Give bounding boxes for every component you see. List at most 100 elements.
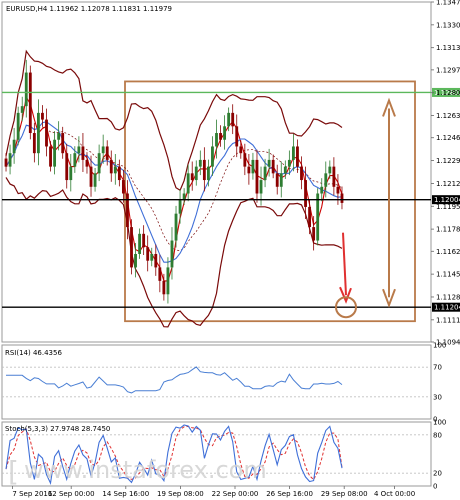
stoch-tick-label: 0	[433, 483, 437, 491]
candle-body	[316, 193, 320, 241]
candle-body	[113, 166, 117, 174]
candle-body	[332, 166, 336, 187]
date-tick-label: 7 Sep 2016	[12, 490, 52, 498]
candle-body	[235, 126, 239, 147]
rsi-panel-frame	[1, 344, 432, 420]
watermark-bracket: [	[8, 455, 19, 488]
watermark: www.instaforex.com	[24, 456, 267, 484]
candle-body	[231, 112, 235, 127]
price-tick-label: 1.11785	[436, 226, 460, 234]
candle-body	[69, 166, 73, 181]
candle-body	[8, 153, 12, 167]
date-tick-label: 26 Sep 16:00	[266, 490, 313, 498]
candle-body	[320, 186, 324, 194]
candle-body	[296, 146, 299, 167]
price-tick-label: 1.12970	[436, 66, 460, 74]
candle-body	[202, 159, 206, 181]
price-tick-label: 1.13475	[436, 0, 460, 7]
stoch-tick-label: 80	[433, 431, 442, 439]
candle-body	[328, 166, 332, 174]
candle-body	[324, 173, 328, 187]
stoch-tick-label: 20	[433, 470, 442, 478]
candle-body	[312, 227, 316, 241]
candle-body	[32, 133, 36, 154]
candle-body	[45, 119, 48, 147]
candle-body	[239, 146, 243, 154]
candle-body	[16, 112, 20, 140]
candle-body	[304, 180, 307, 207]
candle-body	[186, 173, 190, 194]
price-tick-label: 1.11955	[436, 203, 460, 211]
candle-body	[126, 193, 129, 228]
candle-body	[53, 139, 57, 167]
candle-body	[101, 146, 105, 154]
candle-body	[154, 253, 158, 268]
rsi-header: RSI(14) 46.4356	[5, 349, 62, 357]
candle-body	[259, 180, 263, 194]
candle-body	[267, 159, 271, 167]
candle-body	[65, 153, 69, 181]
price-tick-label: 1.11110	[436, 316, 460, 324]
candle-body	[24, 72, 28, 107]
rsi-tick-label: 70	[433, 364, 442, 372]
candle-body	[28, 72, 32, 134]
candle-body	[206, 166, 210, 181]
candle-body	[41, 112, 44, 120]
candle-body	[263, 166, 267, 181]
candle-body	[174, 213, 178, 241]
main-header: EURUSD,H4 1.11962 1.12078 1.11831 1.1197…	[6, 5, 172, 13]
candle-body	[198, 159, 202, 167]
date-tick-label: 14 Sep 16:00	[102, 490, 149, 498]
date-tick-label: 4 Oct 00:00	[374, 490, 415, 498]
candle-body	[20, 106, 24, 113]
candle-body	[162, 280, 166, 295]
candle-body	[81, 146, 85, 160]
price-tick-label: 1.12295	[436, 157, 460, 165]
candle-body	[146, 247, 150, 261]
candle-body	[283, 166, 287, 174]
date-tick-label: 12 Sep 00:00	[48, 490, 95, 498]
candle-body	[300, 166, 303, 181]
candle-body	[279, 173, 283, 187]
candle-body	[291, 146, 295, 160]
date-tick-label: 22 Sep 00:00	[212, 490, 259, 498]
price-axis: 1.13475 1.13305 1.13135 1.12970 1.12800 1.126…	[431, 0, 460, 347]
candle-body	[227, 112, 231, 127]
candle-body	[287, 159, 291, 167]
candle-body	[247, 166, 251, 174]
candle-body	[49, 146, 52, 167]
candle-body	[215, 133, 218, 147]
candle-body	[36, 112, 40, 154]
candle-body	[308, 206, 312, 228]
date-axis: 7 Sep 201612 Sep 00:00 14 Sep 16:00 19 Sep…	[11, 486, 415, 498]
candle-body	[89, 166, 93, 187]
candle-body	[271, 159, 275, 174]
price-tick-label: 1.13135	[436, 44, 460, 52]
stoch-header: Stoch(5,3,3) 27.9748 28.7450	[5, 425, 110, 433]
price-tick-label: 1.13305	[436, 21, 460, 29]
candle-body	[4, 158, 8, 167]
price-tick-label: 1.12800	[436, 89, 460, 97]
price-tick-label: 1.10945	[436, 339, 460, 347]
candle-body	[150, 253, 154, 261]
candle-body	[170, 240, 174, 268]
price-tick-label: 1.12630	[436, 112, 460, 120]
candle-body	[340, 193, 344, 203]
candle-body	[12, 139, 16, 154]
price-tick-label: 1.12465	[436, 134, 460, 142]
rsi-tick-label: 30	[433, 393, 442, 401]
candle-body	[117, 166, 121, 181]
candle-body	[109, 159, 113, 174]
candle-body	[211, 146, 214, 167]
price-highlight-label: 1.11204	[434, 304, 460, 312]
candle-body	[85, 159, 89, 167]
candle-body	[97, 153, 101, 174]
candle-body	[134, 253, 137, 268]
candle-body	[105, 146, 109, 160]
candle-body	[190, 173, 194, 181]
chart-root: 1.128021.120041.11204 10070300 10080200 …	[1, 0, 460, 498]
candle-body	[61, 133, 65, 154]
candle-body	[130, 227, 133, 268]
candle-body	[77, 146, 81, 154]
candle-body	[138, 233, 142, 254]
